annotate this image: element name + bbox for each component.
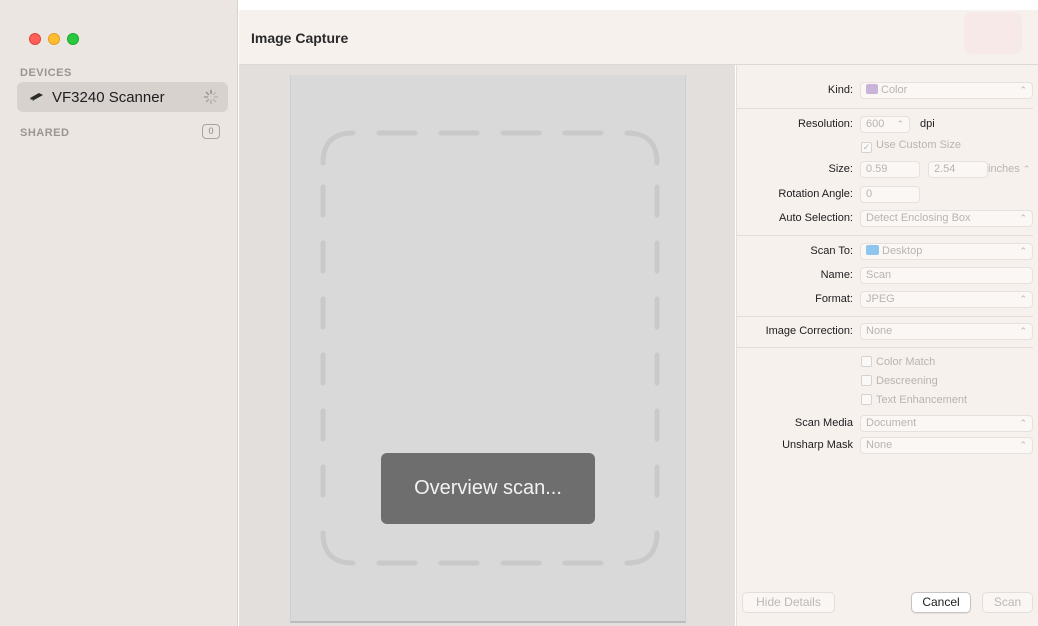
resolution-label: Resolution: [797, 118, 853, 130]
format-select[interactable]: JPEG ⌃ [860, 291, 1033, 308]
divider [737, 108, 1033, 109]
scan-to-value: Desktop [882, 245, 923, 257]
scan-media-value: Document [866, 417, 917, 429]
devices-header: DEVICES [20, 67, 72, 79]
size-unit-select[interactable]: inches ⌃ [988, 163, 1030, 175]
chevron-updown-icon: ⌃ [1019, 85, 1027, 95]
color-match-checkbox[interactable]: Color Match [861, 356, 935, 368]
kind-label: Kind: [827, 84, 853, 96]
sidebar-item-scanner[interactable]: VF3240 Scanner [17, 82, 228, 112]
size-label: Size: [828, 163, 853, 175]
image-correction-label: Image Correction: [765, 325, 853, 337]
resolution-select[interactable]: 600 ⌃ [860, 116, 910, 133]
scan-area-dashed-frame [320, 130, 660, 566]
checkbox-checked-icon: ✓ [861, 142, 872, 153]
chevron-updown-icon: ⌃ [1019, 326, 1027, 336]
minimize-button[interactable] [48, 33, 60, 45]
unsharp-mask-label: Unsharp Mask [782, 439, 853, 451]
scan-details-panel: Kind: Color ⌃ Resolution: 600 ⌃ dpi ✓ Use… [736, 65, 1038, 626]
rotation-angle-label: Rotation Angle: [778, 188, 853, 200]
chevron-updown-icon: ⌃ [1019, 418, 1027, 428]
zoom-button[interactable] [67, 33, 79, 45]
color-match-label: Color Match [876, 356, 936, 368]
divider [737, 316, 1033, 317]
size-height-input[interactable]: 2.54 [928, 161, 988, 178]
format-label: Format: [815, 293, 853, 305]
scan-to-select[interactable]: Desktop ⌃ [860, 243, 1033, 260]
chevron-updown-icon: ⌃ [1022, 164, 1031, 174]
auto-selection-label: Auto Selection: [779, 212, 853, 224]
scan-media-select[interactable]: Document ⌃ [860, 415, 1033, 432]
scan-preview-area: Overview scan... [239, 65, 735, 626]
dpi-unit: dpi [920, 118, 935, 130]
checkbox-icon [861, 394, 872, 405]
text-enhancement-label: Text Enhancement [876, 394, 968, 406]
use-custom-size-label: Use Custom Size [876, 139, 961, 151]
descreening-label: Descreening [876, 375, 938, 387]
name-input[interactable]: Scan [860, 267, 1033, 284]
sidebar-item-label: VF3240 Scanner [52, 89, 165, 106]
close-button[interactable] [29, 33, 41, 45]
color-swatch-icon [866, 84, 878, 94]
size-width-input[interactable]: 0.59 [860, 161, 920, 178]
auto-selection-value: Detect Enclosing Box [866, 212, 971, 224]
divider [737, 235, 1033, 236]
checkbox-icon [861, 375, 872, 386]
divider [737, 347, 1033, 348]
overview-scan-status: Overview scan... [381, 453, 595, 524]
unsharp-mask-select[interactable]: None ⌃ [860, 437, 1033, 454]
shared-count-badge: 0 [202, 124, 220, 139]
image-capture-window: DEVICES VF3240 Scanner SHARED 0 Image Ca… [0, 0, 1038, 626]
chevron-updown-icon: ⌃ [1019, 246, 1027, 256]
scanner-icon [30, 93, 43, 101]
text-enhancement-checkbox[interactable]: Text Enhancement [861, 394, 967, 406]
use-custom-size-checkbox[interactable]: ✓ Use Custom Size [861, 139, 961, 153]
chevron-updown-icon: ⌃ [1019, 294, 1027, 304]
kind-value: Color [881, 84, 908, 96]
shared-header: SHARED [20, 127, 70, 139]
scan-bed: Overview scan... [290, 75, 686, 623]
resolution-value: 600 [866, 118, 885, 130]
image-correction-value: None [866, 325, 893, 337]
spinner-icon [203, 89, 219, 105]
auto-selection-select[interactable]: Detect Enclosing Box ⌃ [860, 210, 1033, 227]
descreening-checkbox[interactable]: Descreening [861, 375, 938, 387]
title-bar: Image Capture [239, 10, 1038, 65]
folder-icon [866, 245, 879, 255]
checkbox-icon [861, 356, 872, 367]
window-title: Image Capture [251, 30, 349, 46]
cancel-button[interactable]: Cancel [911, 592, 971, 613]
sidebar: DEVICES VF3240 Scanner SHARED 0 [0, 0, 238, 626]
scan-button[interactable]: Scan [982, 592, 1033, 613]
rotation-angle-input[interactable]: 0 [860, 186, 920, 203]
toolbar-thumbnail [964, 12, 1022, 54]
unsharp-mask-value: None [866, 439, 893, 451]
chevron-updown-icon: ⌃ [1019, 213, 1027, 223]
size-unit-value: inches [988, 163, 1020, 175]
hide-details-button[interactable]: Hide Details [742, 592, 835, 613]
chevron-updown-icon: ⌃ [896, 119, 904, 129]
scan-media-label: Scan Media [794, 417, 853, 429]
image-correction-select[interactable]: None ⌃ [860, 323, 1033, 340]
kind-select[interactable]: Color ⌃ [860, 82, 1033, 99]
chevron-updown-icon: ⌃ [1019, 440, 1027, 450]
format-value: JPEG [866, 293, 895, 305]
scan-to-label: Scan To: [810, 245, 853, 257]
name-label: Name: [820, 269, 853, 281]
